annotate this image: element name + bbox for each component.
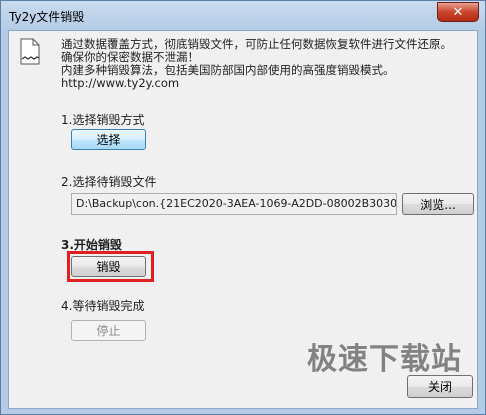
app-window: Ty2y文件销毁 ✕ 通过数据覆盖方式，彻底销毁文件，可防止任何数据恢复软件进行… [0, 0, 486, 415]
step1-label: 1.选择销毁方式 [61, 113, 145, 127]
window-close-button[interactable]: ✕ [437, 2, 479, 22]
document-icon [20, 38, 40, 65]
stop-button[interactable]: 停止 [71, 320, 146, 341]
close-icon: ✕ [452, 4, 464, 20]
intro-website: http://www.ty2y.com [61, 76, 180, 90]
watermark: 极速下载站 [307, 342, 462, 377]
window-title: Ty2y文件销毁 [9, 10, 85, 24]
browse-button[interactable]: 浏览... [402, 193, 474, 215]
title-bar[interactable]: Ty2y文件销毁 ✕ [1, 1, 485, 31]
shred-button[interactable]: 销毁 [71, 256, 146, 277]
close-button[interactable]: 关闭 [407, 375, 473, 398]
intro-text: 通过数据覆盖方式，彻底销毁文件，可防止任何数据恢复软件进行文件还原。 确保你的保… [61, 38, 452, 90]
step4-label: 4.等待销毁完成 [61, 299, 145, 313]
step2-label: 2.选择待销毁文件 [61, 175, 157, 189]
file-path-field[interactable]: D:\Backup\con.{21EC2020-3AEA-1069-A2DD-0… [71, 193, 397, 215]
select-method-button[interactable]: 选择 [71, 129, 146, 150]
